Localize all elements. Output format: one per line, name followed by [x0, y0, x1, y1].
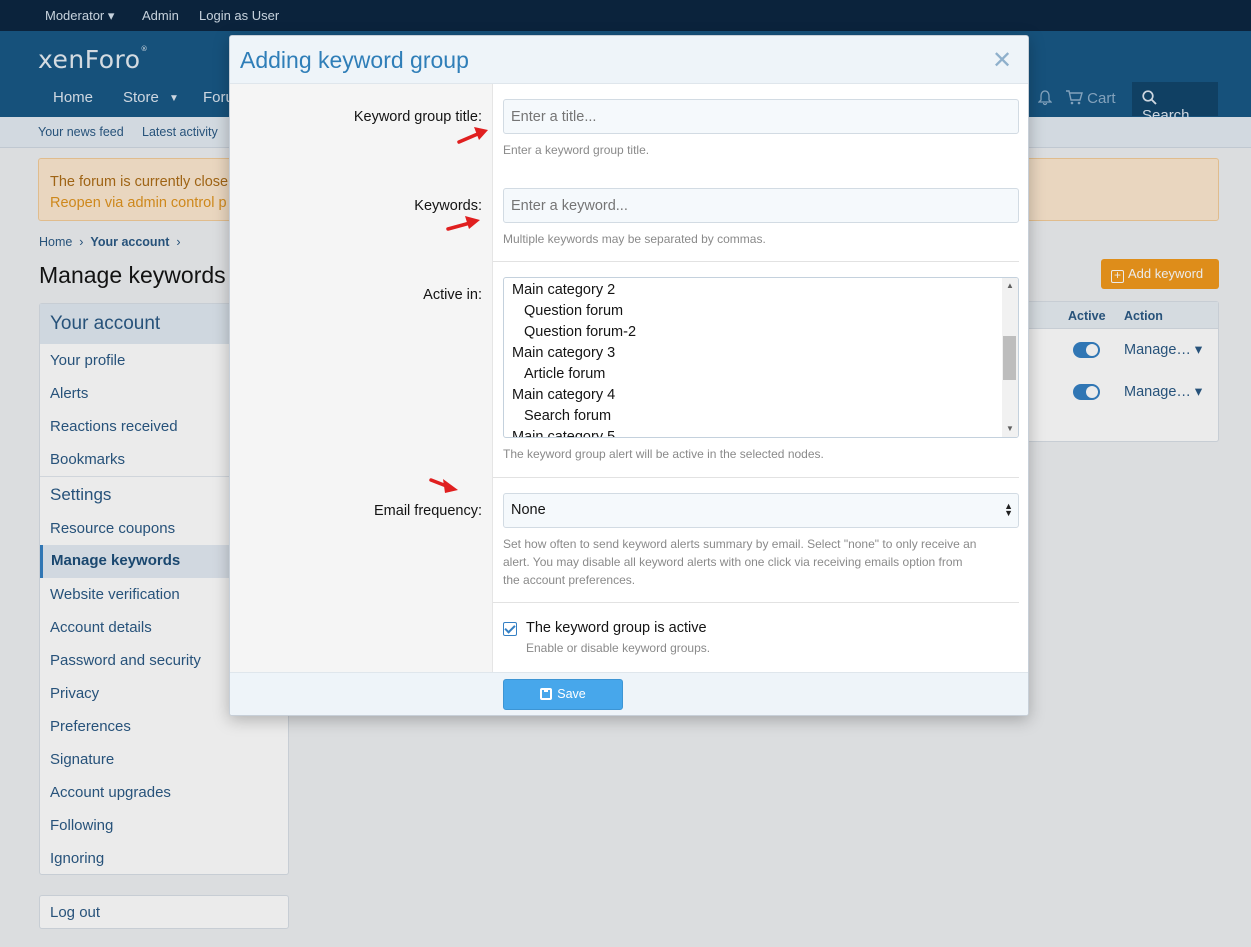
node-option[interactable]: Question forum	[524, 303, 623, 319]
active-in-node-list[interactable]: Main category 2 Question forum Question …	[503, 277, 1019, 438]
active-checkbox[interactable]	[503, 622, 517, 636]
email-frequency-value: None	[511, 502, 546, 518]
dialog-header: Adding keyword group ✕	[230, 36, 1028, 84]
keywords-explain: Multiple keywords may be separated by co…	[503, 232, 766, 246]
scroll-thumb[interactable]	[1003, 336, 1016, 380]
divider	[493, 261, 1019, 262]
dialog-footer: Save	[230, 672, 1028, 715]
keyword-group-title-explain: Enter a keyword group title.	[503, 143, 650, 157]
keywords-input[interactable]	[503, 188, 1019, 223]
label-column	[230, 84, 493, 672]
divider	[493, 602, 1019, 603]
save-button[interactable]: Save	[503, 679, 623, 710]
node-option[interactable]: Main category 3	[512, 345, 615, 361]
annotation-arrow-icon	[446, 216, 480, 231]
active-in-explain: The keyword group alert will be active i…	[503, 447, 824, 461]
annotation-arrow-icon	[457, 127, 488, 144]
select-arrows-icon: ▲ ▼	[1004, 501, 1013, 518]
dialog-title: Adding keyword group	[240, 47, 469, 73]
email-frequency-select[interactable]: None ▲ ▼	[503, 493, 1019, 528]
add-keyword-group-dialog: Adding keyword group ✕ Keyword group tit…	[229, 35, 1029, 716]
node-option[interactable]: Search forum	[524, 408, 611, 424]
active-in-label: Active in:	[423, 287, 482, 303]
scroll-up-icon[interactable]: ▲	[1006, 281, 1014, 290]
active-checkbox-label[interactable]: The keyword group is active	[526, 620, 707, 636]
annotation-arrow-icon	[429, 478, 458, 493]
node-option[interactable]: Main category 4	[512, 387, 615, 403]
email-frequency-explain: Set how often to send keyword alerts sum…	[503, 537, 977, 587]
node-option[interactable]: Main category 5	[512, 429, 615, 437]
list-scrollbar[interactable]: ▲ ▼	[1002, 278, 1018, 437]
keyword-group-title-label: Keyword group title:	[353, 109, 482, 125]
node-option[interactable]: Question forum-2	[524, 324, 636, 340]
node-option[interactable]: Article forum	[524, 366, 605, 382]
close-icon[interactable]: ✕	[992, 46, 1012, 75]
email-frequency-label: Email frequency:	[374, 503, 482, 519]
keywords-label: Keywords:	[414, 198, 482, 214]
save-icon	[540, 688, 553, 700]
active-checkbox-hint: Enable or disable keyword groups.	[526, 641, 711, 655]
node-option[interactable]: Main category 2	[512, 282, 615, 298]
scroll-down-icon[interactable]: ▼	[1006, 424, 1014, 433]
keyword-group-title-input[interactable]	[503, 99, 1019, 134]
divider	[493, 477, 1019, 478]
